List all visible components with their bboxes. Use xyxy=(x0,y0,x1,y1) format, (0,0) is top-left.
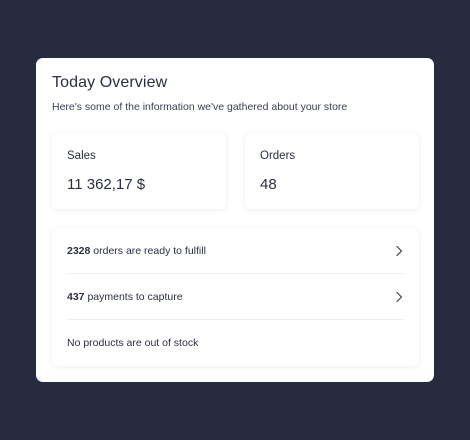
orders-value: 48 xyxy=(260,176,277,193)
today-overview-card: Today Overview Here's some of the inform… xyxy=(36,58,434,382)
page-subtitle: Here's some of the information we've gat… xyxy=(52,101,348,113)
page-title: Today Overview xyxy=(52,74,168,91)
orders-to-fulfill-label: orders are ready to fulfill xyxy=(90,244,206,257)
orders-to-fulfill-text: 2328 orders are ready to fulfill xyxy=(67,245,206,257)
app-frame: Today Overview Here's some of the inform… xyxy=(0,0,470,440)
sales-value: 11 362,17 $ xyxy=(67,176,146,193)
sales-label: Sales xyxy=(67,150,96,162)
payments-to-capture-count: 437 xyxy=(67,290,85,303)
orders-to-fulfill-row[interactable]: 2328 orders are ready to fulfill xyxy=(67,228,404,274)
task-list: 2328 orders are ready to fulfill 437 pay… xyxy=(52,228,419,366)
out-of-stock-row: No products are out of stock xyxy=(67,320,404,366)
orders-stat-card: Orders 48 xyxy=(245,133,419,209)
chevron-right-icon xyxy=(396,291,403,302)
chevron-right-icon xyxy=(396,245,403,256)
sales-stat-card: Sales 11 362,17 $ xyxy=(52,133,226,209)
orders-to-fulfill-count: 2328 xyxy=(67,244,91,257)
payments-to-capture-row[interactable]: 437 payments to capture xyxy=(67,274,404,320)
payments-to-capture-text: 437 payments to capture xyxy=(67,291,183,303)
out-of-stock-text: No products are out of stock xyxy=(67,337,199,349)
payments-to-capture-label: payments to capture xyxy=(84,290,183,303)
orders-label: Orders xyxy=(260,150,296,162)
